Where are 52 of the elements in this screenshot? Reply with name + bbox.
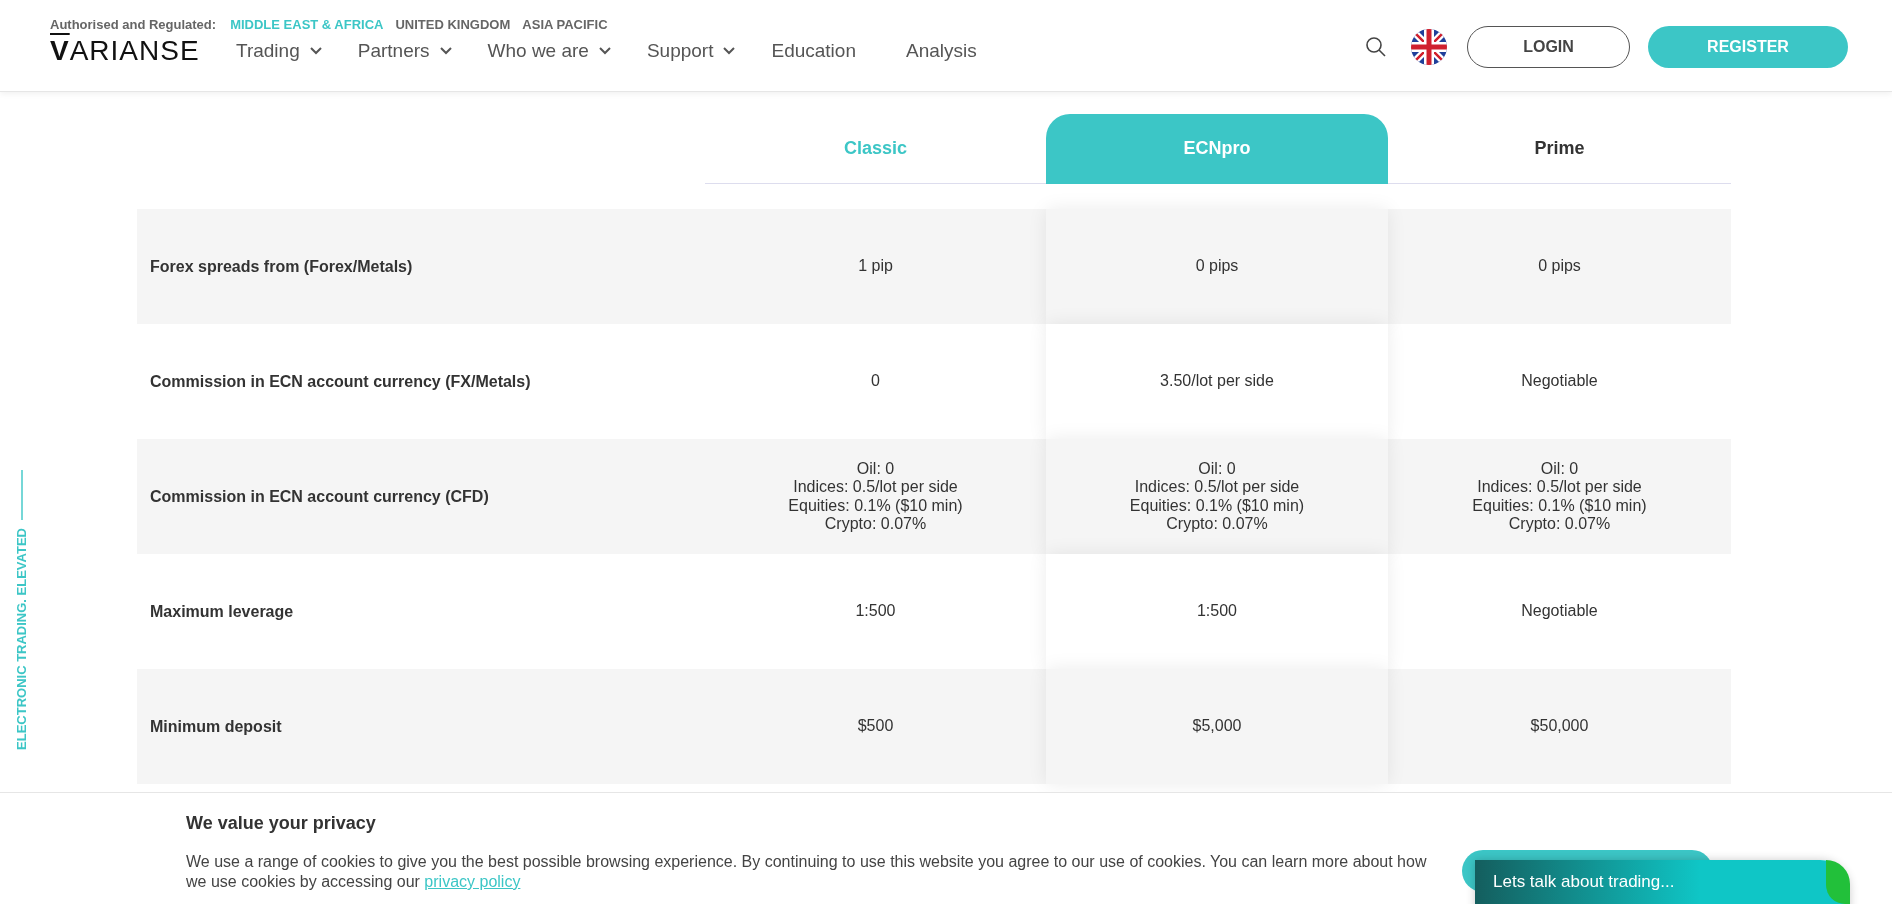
regulation-label: Authorised and Regulated: [50,16,217,32]
table-cell: Equities: 0.1% ($10 min) [1472,496,1647,515]
table-cell: Oil: 0 [856,459,895,479]
cookie-text: We use a range of cookies to give you the best possible browsing experience. By continuing to use this website you agree to our use of cookies. You can learn more about how we use cookies by accessing our privacy policy [186,852,1428,892]
table-cell: $5,000 [1192,717,1242,736]
chevron-down-icon [439,47,452,55]
table-cell: 0 [871,372,880,391]
table-cell: Indices: 0.5/lot per side [1477,478,1642,497]
table-cell: $500 [857,717,894,736]
nav-link[interactable]: Education [771,40,856,62]
table-cell: Negotiable [1521,372,1598,391]
region-link[interactable]: UNITED KINGDOM [395,16,511,32]
uk-flag-icon[interactable] [1411,29,1447,65]
chevron-down-icon [309,47,322,55]
table-cell: 1 pip [858,257,893,276]
table-cell: Oil: 0 [1198,459,1236,479]
table-cell: 3.50/lot per side [1160,372,1274,391]
table-cell: Crypto: 0.07% [1166,514,1268,534]
region-link[interactable]: ASIA PACIFIC [522,16,608,32]
row-label: Commission in ECN account currency (FX/Metals) [149,371,532,392]
row-label: Forex spreads from (Forex/Metals) [149,256,414,277]
row-label: Commission in ECN account currency (CFD) [149,486,490,507]
table-cell: Equities: 0.1% ($10 min) [788,496,963,515]
nav-link[interactable]: Partners [357,40,452,62]
plan-name: Prime [1534,138,1585,159]
chevron-down-icon [723,47,736,55]
chevron-down-icon [598,47,611,55]
nav-link[interactable]: Trading [236,40,322,62]
cookie-title: We value your privacy [186,813,377,834]
nav-link[interactable]: Analysis [905,40,977,62]
table-cell: Negotiable [1521,602,1598,621]
nav-link[interactable]: Support [646,40,736,62]
table-cell: Indices: 0.5/lot per side [793,478,958,497]
row-label: Minimum deposit [149,716,283,737]
row-label: Maximum leverage [149,601,295,622]
table-cell: Crypto: 0.07% [824,514,927,534]
nav-link[interactable]: Who we are [487,40,611,62]
table-cell: Crypto: 0.07% [1508,514,1611,534]
table-cell: 0 pips [1538,257,1581,276]
table-cell: 1:500 [1196,602,1237,621]
plan-name: ECNpro [1183,138,1251,159]
table-cell: 0 pips [1195,257,1239,276]
table-cell: Oil: 0 [1540,459,1579,479]
plan-name: Classic [843,138,907,159]
table-cell: 1:500 [855,602,896,621]
search-icon[interactable] [1365,36,1387,58]
table-cell: $50,000 [1530,717,1589,736]
table-cell: Indices: 0.5/lot per side [1134,478,1300,497]
side-tagline: ELECTRONIC TRADING. ELEVATED [14,528,29,750]
logo[interactable]: VARIANSE [50,35,236,67]
table-cell: Equities: 0.1% ($10 min) [1129,496,1305,515]
login-button[interactable]: LOGIN [1467,26,1630,68]
